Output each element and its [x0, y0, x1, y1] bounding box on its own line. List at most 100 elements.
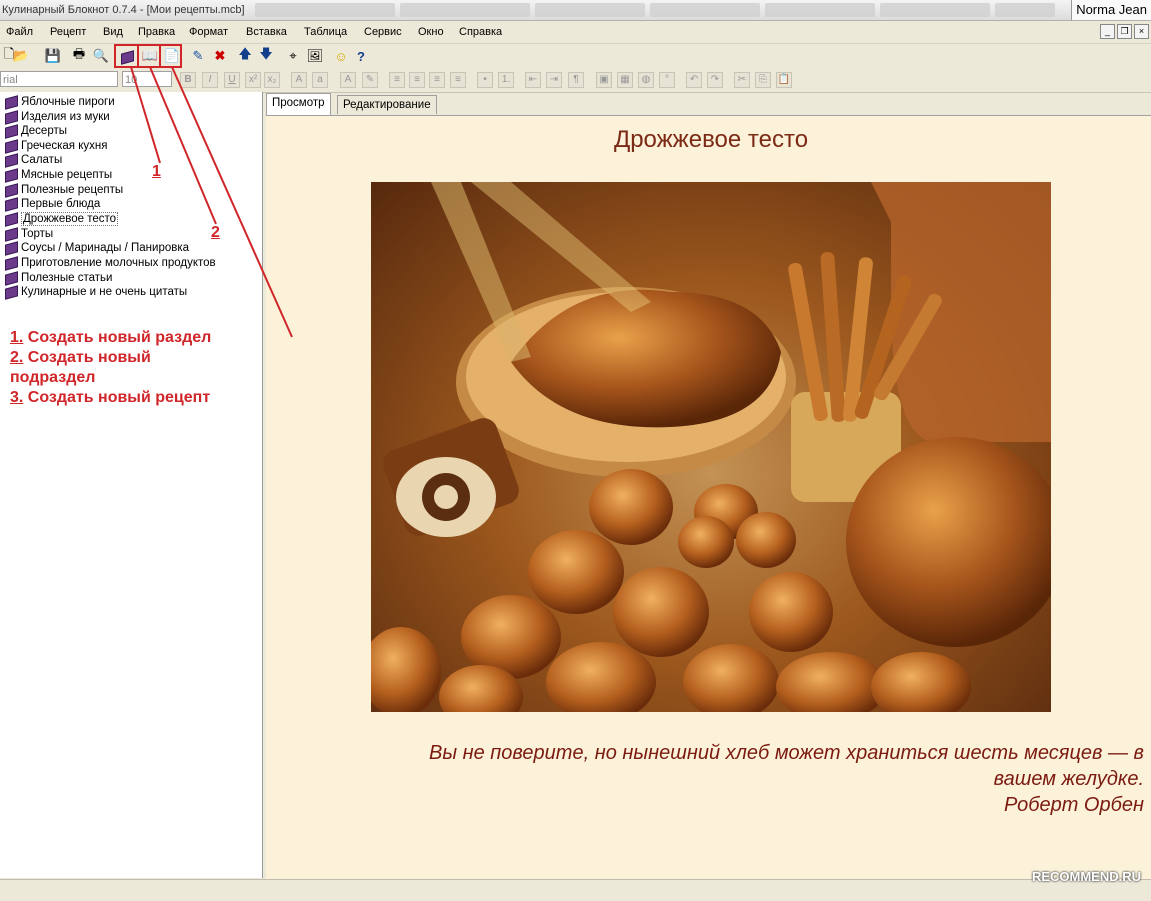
tree-item-label: Греческая кухня — [21, 139, 108, 152]
tab-preview[interactable]: Просмотр — [266, 93, 331, 115]
italic-icon[interactable]: I — [202, 72, 218, 88]
delete-icon[interactable]: ✖ — [211, 47, 229, 65]
font-family-combo[interactable]: rial — [0, 71, 118, 87]
restore-icon[interactable]: ❐ — [1117, 24, 1132, 39]
bread-photo-illustration — [371, 182, 1051, 712]
paragraph-icon[interactable]: ¶ — [568, 72, 584, 88]
book-icon — [4, 242, 18, 253]
tree-item[interactable]: Мясные рецепты — [4, 167, 112, 182]
tree-item-selected[interactable]: Дрожжевое тесто — [4, 211, 119, 226]
find-binoculars-icon[interactable]: ⌖ — [284, 47, 302, 65]
book-icon — [4, 198, 18, 209]
format-toolbar: rial 10 B I U x² x₂ A a A ✎ ≡ ≡ ≡ ≡ • 1.… — [0, 68, 1151, 93]
tree-item-label: Салаты — [21, 153, 63, 166]
tree-item[interactable]: Первые блюда — [4, 196, 100, 211]
tree-item-label: Десерты — [21, 124, 68, 137]
tree-item[interactable]: Яблочные пироги — [4, 94, 115, 109]
grow-font-icon[interactable]: A — [291, 72, 307, 88]
menu-window[interactable]: Окно — [418, 26, 444, 38]
tree-item[interactable]: Изделия из муки — [4, 109, 110, 124]
copy-icon[interactable]: ⎘ — [755, 72, 771, 88]
shrink-font-icon[interactable]: a — [312, 72, 328, 88]
align-center-icon[interactable]: ≡ — [409, 72, 425, 88]
superscript-icon[interactable]: x² — [245, 72, 261, 88]
new-section-icon[interactable] — [119, 47, 137, 65]
print-preview-icon[interactable]: 🔍 — [92, 47, 110, 65]
cut-icon[interactable]: ✂ — [734, 72, 750, 88]
menu-table[interactable]: Таблица — [304, 26, 347, 38]
menu-edit[interactable]: Правка — [138, 26, 175, 38]
view-tabs: Просмотр Редактирование — [264, 93, 1151, 115]
outdent-icon[interactable]: ⇤ — [525, 72, 541, 88]
edit-icon[interactable]: ✎ — [189, 47, 207, 65]
close-icon[interactable]: × — [1134, 24, 1149, 39]
note-text: подраздел — [10, 369, 96, 386]
minimize-icon[interactable]: _ — [1100, 24, 1115, 39]
undo-icon[interactable]: ↶ — [686, 72, 702, 88]
menu-file[interactable]: Файл — [6, 26, 33, 38]
smiley-icon[interactable]: ☺ — [332, 47, 350, 65]
paste-icon[interactable]: 📋 — [776, 72, 792, 88]
menu-insert[interactable]: Вставка — [246, 26, 287, 38]
menu-view[interactable]: Вид — [103, 26, 123, 38]
book-icon — [4, 154, 18, 165]
bullets-icon[interactable]: • — [477, 72, 493, 88]
print-icon[interactable]: 🖶 — [70, 46, 88, 65]
quote-line-1: Вы не поверите, но нынешний хлеб может х… — [429, 742, 1144, 764]
recipe-view: Дрожжевое тесто Вы не поверите, но нынеш… — [266, 115, 1151, 879]
bold-icon[interactable]: B — [180, 72, 196, 88]
book-icon — [4, 272, 18, 283]
menu-recipe[interactable]: Рецепт — [50, 26, 86, 38]
tree-item[interactable]: Десерты — [4, 123, 67, 138]
tree-item[interactable]: Полезные рецепты — [4, 182, 123, 197]
tree-item[interactable]: Полезные статьи — [4, 270, 112, 285]
open-folder-icon[interactable]: 📂 — [12, 47, 30, 65]
move-up-icon[interactable]: 🡅 — [236, 46, 254, 65]
align-left-icon[interactable]: ≡ — [389, 72, 405, 88]
font-color-icon[interactable]: A — [340, 72, 356, 88]
insert-picture-icon[interactable]: ▣ — [596, 72, 612, 88]
tree-item-label: Полезные рецепты — [21, 183, 124, 196]
move-down-icon[interactable]: 🡇 — [257, 46, 275, 65]
indent-icon[interactable]: ⇥ — [546, 72, 562, 88]
numbering-icon[interactable]: 1. — [498, 72, 514, 88]
main-toolbar: 🗋 📂 💾 🖶 🔍 📖 📄 ✎ ✖ 🡅 🡇 ⌖ 🖼 ☺ ? — [0, 44, 1151, 68]
subscript-icon[interactable]: x₂ — [264, 72, 280, 88]
tree-item[interactable]: Салаты — [4, 152, 62, 167]
blurred-taskbar-tab — [765, 3, 875, 17]
new-recipe-icon[interactable]: 📄 — [163, 47, 181, 65]
menu-help[interactable]: Справка — [459, 26, 502, 38]
book-icon — [4, 228, 18, 239]
blurred-taskbar-tab — [400, 3, 530, 17]
underline-icon[interactable]: U — [224, 72, 240, 88]
tree-item-label: Первые блюда — [21, 197, 101, 210]
tree-item[interactable]: Приготовление молочных продуктов — [4, 255, 216, 270]
blurred-taskbar-tab — [995, 3, 1055, 17]
font-size-combo[interactable]: 10 — [122, 71, 172, 87]
menu-tools[interactable]: Сервис — [364, 26, 402, 38]
tab-edit[interactable]: Редактирование — [337, 95, 437, 114]
annotation-note-2-cont: подраздел — [10, 369, 95, 387]
note-number: 1. — [10, 329, 24, 346]
book-icon — [120, 51, 134, 62]
align-justify-icon[interactable]: ≡ — [450, 72, 466, 88]
insert-symbol-icon[interactable]: ° — [659, 72, 675, 88]
redo-icon[interactable]: ↷ — [707, 72, 723, 88]
recipe-title: Дрожжевое тесто — [613, 126, 809, 153]
insert-object-icon[interactable]: ◍ — [638, 72, 654, 88]
book-icon — [4, 257, 18, 268]
image-icon[interactable]: 🖼 — [306, 47, 324, 65]
tree-item[interactable]: Кулинарные и не очень цитаты — [4, 284, 187, 299]
tree-item[interactable]: Торты — [4, 226, 53, 241]
align-right-icon[interactable]: ≡ — [429, 72, 445, 88]
tree-item[interactable]: Соусы / Маринады / Панировка — [4, 240, 189, 255]
highlight-icon[interactable]: ✎ — [362, 72, 378, 88]
tree-item-label: Кулинарные и не очень цитаты — [21, 285, 188, 298]
annotation-note-2: 2. Создать новый — [10, 349, 151, 367]
tree-item[interactable]: Греческая кухня — [4, 138, 107, 153]
insert-table-icon[interactable]: ▦ — [617, 72, 633, 88]
menu-format[interactable]: Формат — [189, 26, 228, 38]
save-icon[interactable]: 💾 — [44, 47, 62, 65]
new-subsection-icon[interactable]: 📖 — [141, 47, 159, 65]
help-icon[interactable]: ? — [352, 47, 370, 65]
